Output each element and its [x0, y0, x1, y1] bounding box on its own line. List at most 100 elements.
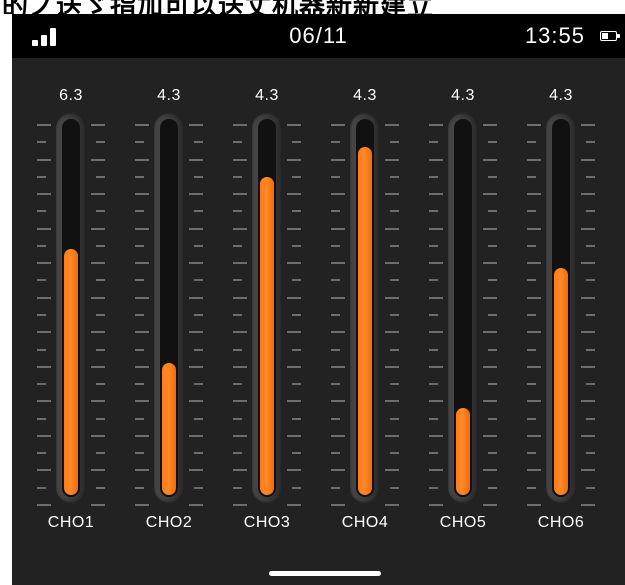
channel-slider[interactable]	[56, 113, 86, 503]
scale-tick	[37, 435, 51, 437]
scale-tick	[287, 297, 301, 299]
scale-tick	[292, 245, 301, 247]
channel-label: CHO5	[439, 514, 487, 531]
scale-tick	[527, 383, 536, 385]
scale-tick	[37, 469, 51, 471]
scale-tick	[527, 279, 536, 281]
scale-tick	[581, 400, 595, 402]
home-indicator[interactable]	[269, 571, 381, 576]
scale-tick	[287, 331, 301, 333]
scale-tick	[37, 141, 46, 143]
scale-tick	[287, 159, 301, 161]
scale-tick	[233, 124, 247, 126]
screen: 的ノ送ゞ指加可以送丈机器新新建立 06/11 13:55 6.3	[0, 0, 625, 585]
scale-tick	[194, 418, 203, 420]
scale-tick	[483, 193, 497, 195]
scale-tick	[488, 418, 497, 420]
scale-tick	[135, 435, 149, 437]
scale-tick	[96, 349, 105, 351]
scale-tick	[189, 193, 203, 195]
scale-tick	[37, 487, 46, 489]
scale-tick	[527, 487, 536, 489]
channel-slider[interactable]	[546, 113, 576, 503]
scale-tick	[135, 210, 144, 212]
scale-tick	[331, 366, 345, 368]
scale-tick	[96, 279, 105, 281]
scale-tick	[233, 383, 242, 385]
banner-text: 的ノ送ゞ指加可以送丈机器新新建立	[2, 0, 434, 14]
scale-tick	[586, 487, 595, 489]
scale-tick	[233, 452, 242, 454]
scale-tick	[527, 435, 541, 437]
channel-slider[interactable]	[350, 113, 380, 503]
channel-slider[interactable]	[154, 113, 184, 503]
scale-tick	[488, 487, 497, 489]
scale-tick	[135, 452, 144, 454]
scale-tick	[331, 141, 340, 143]
scale-tick	[233, 487, 242, 489]
scale-tick	[527, 297, 541, 299]
scale-tick	[385, 366, 399, 368]
scale-tick	[581, 331, 595, 333]
scale-tick	[586, 349, 595, 351]
scale-tick	[233, 159, 247, 161]
scale-tick	[429, 124, 443, 126]
scale-tick	[292, 176, 301, 178]
scale-tick	[96, 210, 105, 212]
scale-tick	[331, 435, 345, 437]
channel-value: 4.3	[157, 87, 181, 104]
channel-value: 4.3	[549, 87, 573, 104]
scale-tick	[189, 366, 203, 368]
scale-tick	[429, 349, 438, 351]
scale-tick	[586, 314, 595, 316]
scale-tick	[135, 366, 149, 368]
scale-tick	[287, 469, 301, 471]
scale-tick	[390, 452, 399, 454]
scale-tick	[37, 176, 46, 178]
scale-tick	[527, 314, 536, 316]
scale-tick	[292, 314, 301, 316]
scale-tick	[527, 124, 541, 126]
scale-tick	[488, 279, 497, 281]
cropped-banner: 的ノ送ゞ指加可以送丈机器新新建立	[0, 0, 625, 14]
scale-tick	[233, 228, 247, 230]
scale-tick	[135, 400, 149, 402]
scale-tick	[194, 210, 203, 212]
scale-tick	[390, 418, 399, 420]
scale-tick	[331, 383, 340, 385]
scale-tick	[581, 435, 595, 437]
scale-tick	[581, 262, 595, 264]
scale-tick	[385, 400, 399, 402]
scale-tick	[331, 504, 345, 506]
scale-tick	[135, 262, 149, 264]
scale-tick	[233, 193, 247, 195]
scale-tick	[91, 366, 105, 368]
scale-tick	[390, 314, 399, 316]
scale-tick	[135, 176, 144, 178]
scale-tick	[287, 193, 301, 195]
channel-label: CHO3	[243, 514, 291, 531]
scale-tick	[429, 245, 438, 247]
channel-value: 4.3	[255, 87, 279, 104]
scale-tick	[37, 418, 46, 420]
scale-tick	[429, 210, 438, 212]
scale-tick	[135, 349, 144, 351]
scale-tick	[483, 469, 497, 471]
status-bar: 06/11 13:55	[12, 14, 625, 58]
scale-tick	[586, 279, 595, 281]
scale-tick	[385, 331, 399, 333]
channel-6: 4.3 CHO6	[512, 58, 610, 558]
scale-tick	[385, 228, 399, 230]
scale-tick	[91, 262, 105, 264]
channel-slider[interactable]	[448, 113, 478, 503]
scale-tick	[390, 383, 399, 385]
scale-tick	[586, 176, 595, 178]
channel-slider[interactable]	[252, 113, 282, 503]
scale-tick	[135, 418, 144, 420]
scale-tick	[581, 159, 595, 161]
scale-tick	[527, 210, 536, 212]
scale-tick	[483, 159, 497, 161]
scale-tick	[189, 297, 203, 299]
scale-tick	[429, 400, 443, 402]
level-fill	[260, 177, 274, 495]
